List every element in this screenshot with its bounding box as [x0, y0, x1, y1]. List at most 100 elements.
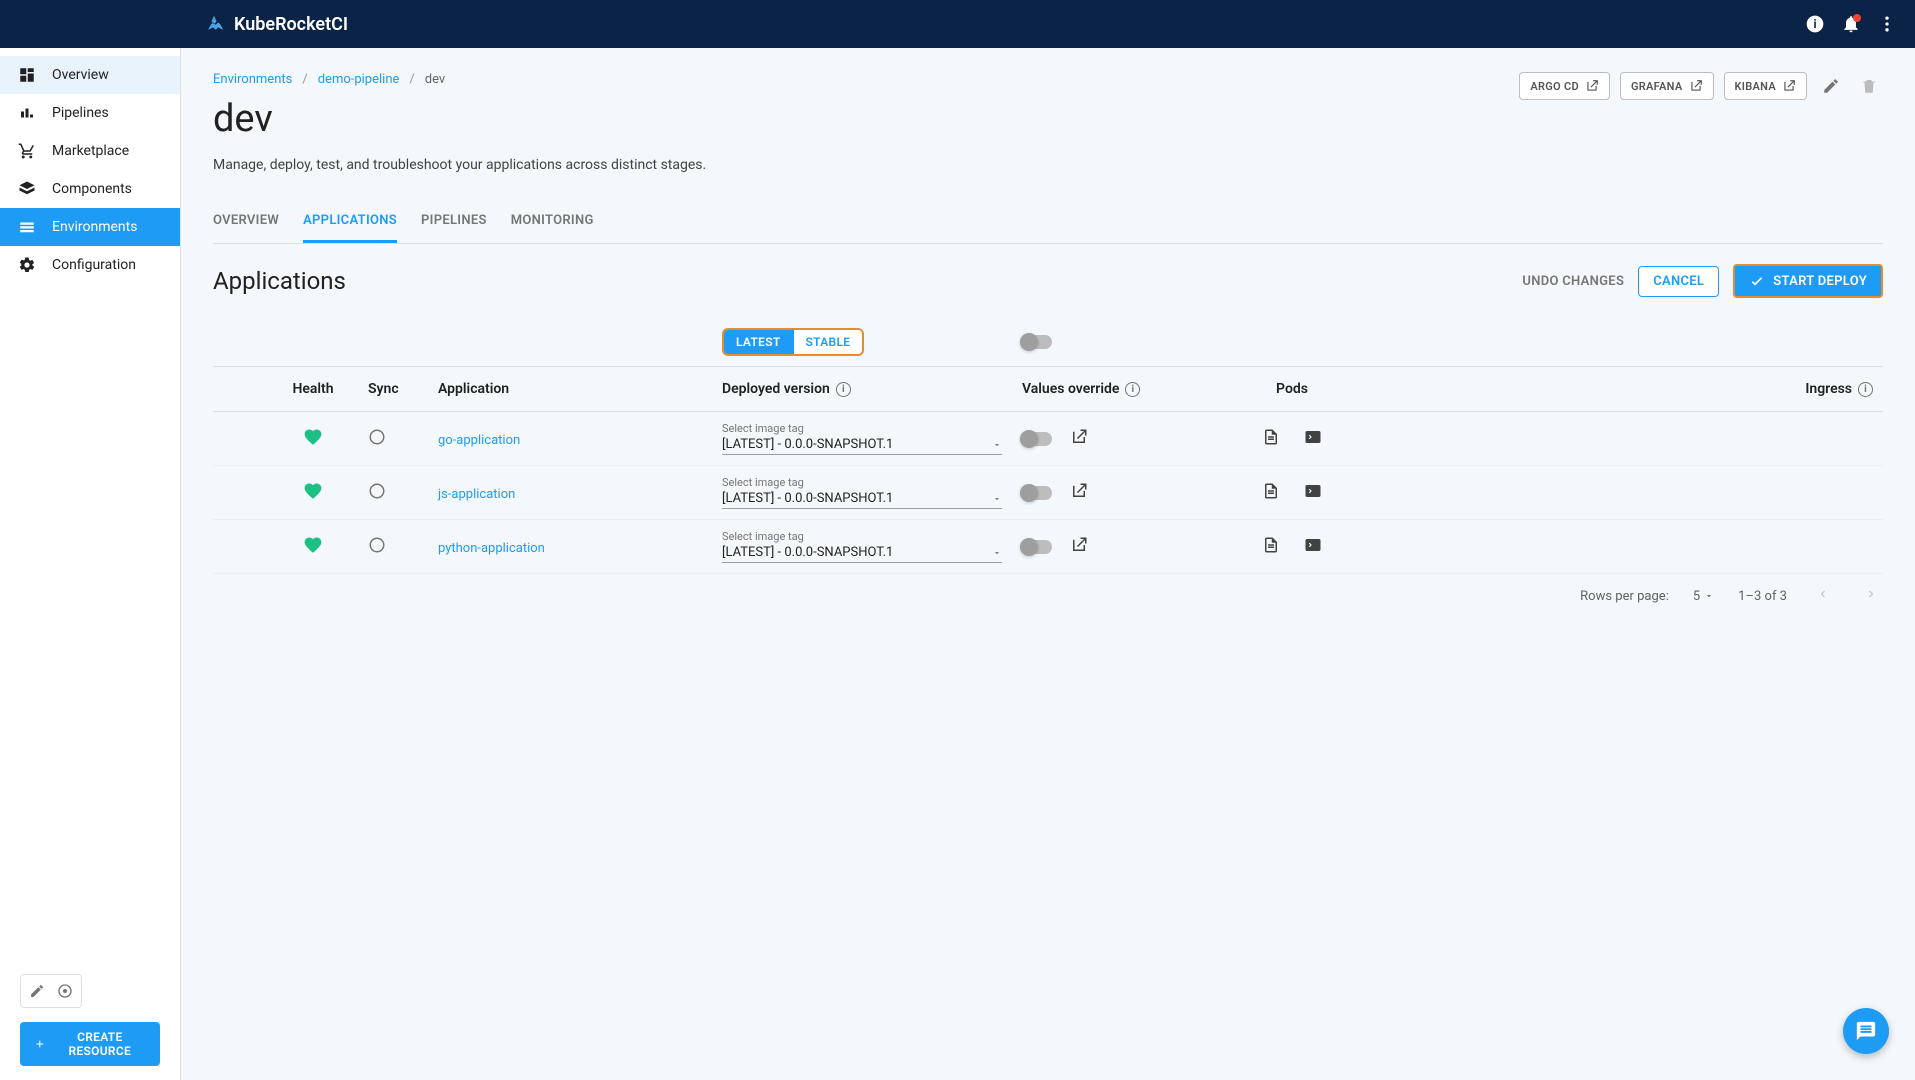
edit-button[interactable]	[1817, 72, 1845, 100]
layers-icon	[18, 180, 36, 198]
open-external-icon[interactable]	[1070, 536, 1088, 558]
heart-icon	[303, 535, 323, 559]
application-link[interactable]: js-application	[438, 487, 515, 502]
grafana-link[interactable]: GRAFANA	[1620, 72, 1714, 100]
trash-icon	[1860, 77, 1878, 95]
chip-stable[interactable]: STABLE	[793, 330, 863, 354]
settings-icon[interactable]	[53, 979, 77, 1003]
sidebar: Overview Pipelines Marketplace Component…	[0, 48, 181, 1080]
pen-icon[interactable]	[25, 979, 49, 1003]
info-icon[interactable]: i	[1125, 382, 1140, 397]
tab-overview[interactable]: OVERVIEW	[213, 201, 279, 243]
application-link[interactable]: go-application	[438, 433, 520, 448]
rows-per-page-value[interactable]: 5	[1693, 589, 1700, 604]
image-tag-label: Select image tag	[722, 476, 1002, 489]
sidebar-item-label: Marketplace	[52, 143, 129, 159]
sync-icon	[368, 428, 386, 450]
prev-page[interactable]	[1811, 588, 1835, 604]
table-head: Health Sync Application Deployed version…	[213, 367, 1883, 412]
cancel-button[interactable]: CANCEL	[1638, 266, 1719, 297]
pod-log-icon[interactable]	[1262, 482, 1280, 504]
page-description: Manage, deploy, test, and troubleshoot y…	[213, 157, 1883, 173]
topbar: KubeRocketCI i	[0, 0, 1915, 48]
col-dep: Deployed version i	[722, 381, 1022, 397]
rocket-icon	[204, 14, 224, 34]
sidebar-item-environments[interactable]: Environments	[0, 208, 180, 246]
plus-icon	[34, 1037, 46, 1051]
create-resource-label: CREATE RESOURCE	[54, 1030, 146, 1058]
pod-terminal-icon[interactable]	[1304, 536, 1322, 558]
chat-fab[interactable]	[1843, 1008, 1889, 1054]
pipeline-icon	[18, 104, 36, 122]
image-tag-value: [LATEST] - 0.0.0-SNAPSHOT.1	[722, 491, 893, 506]
chip-latest[interactable]: LATEST	[724, 330, 793, 354]
image-tag-value: [LATEST] - 0.0.0-SNAPSHOT.1	[722, 545, 893, 560]
sidebar-item-label: Pipelines	[52, 105, 109, 121]
cart-icon	[18, 142, 36, 160]
tab-pipelines[interactable]: PIPELINES	[421, 201, 487, 243]
col-app: Application	[438, 381, 722, 397]
pod-terminal-icon[interactable]	[1304, 482, 1322, 504]
kibana-link[interactable]: KIBANA	[1724, 72, 1807, 100]
svg-text:i: i	[1813, 17, 1816, 31]
main-content: Environments / demo-pipeline / dev dev A…	[181, 48, 1915, 1080]
more-icon[interactable]	[1875, 12, 1899, 36]
values-override-toggle[interactable]	[1022, 486, 1052, 500]
check-icon	[1749, 273, 1765, 289]
image-tag-value: [LATEST] - 0.0.0-SNAPSHOT.1	[722, 437, 893, 452]
argocd-link[interactable]: ARGO CD	[1519, 72, 1610, 100]
heart-icon	[303, 481, 323, 505]
chevron-down-icon	[1704, 591, 1714, 601]
info-icon[interactable]: i	[836, 382, 851, 397]
open-external-icon[interactable]	[1070, 428, 1088, 450]
info-icon[interactable]: i	[1803, 12, 1827, 36]
values-override-toggle-all[interactable]	[1022, 335, 1052, 349]
delete-button[interactable]	[1855, 72, 1883, 100]
dashboard-icon	[18, 66, 36, 84]
tab-applications[interactable]: APPLICATIONS	[303, 201, 397, 243]
external-link-icon	[1585, 79, 1599, 93]
values-override-toggle[interactable]	[1022, 540, 1052, 554]
application-link[interactable]: python-application	[438, 541, 545, 556]
image-tag-select[interactable]: [LATEST] - 0.0.0-SNAPSHOT.1	[722, 543, 1002, 563]
sidebar-item-marketplace[interactable]: Marketplace	[0, 132, 180, 170]
sidebar-item-overview[interactable]: Overview	[0, 56, 180, 94]
image-tag-select[interactable]: [LATEST] - 0.0.0-SNAPSHOT.1	[722, 489, 1002, 509]
external-link-icon	[1689, 79, 1703, 93]
applications-table: LATEST STABLE Health Sync Application De…	[213, 318, 1883, 618]
sidebar-item-configuration[interactable]: Configuration	[0, 246, 180, 284]
bell-icon[interactable]	[1839, 12, 1863, 36]
start-deploy-button[interactable]: START DEPLOY	[1733, 264, 1883, 298]
heart-icon	[303, 427, 323, 451]
sidebar-item-label: Configuration	[52, 257, 136, 273]
page-range: 1–3 of 3	[1738, 589, 1787, 604]
sidebar-item-label: Environments	[52, 219, 137, 235]
pod-log-icon[interactable]	[1262, 428, 1280, 450]
create-resource-button[interactable]: CREATE RESOURCE	[20, 1022, 160, 1066]
values-override-toggle[interactable]	[1022, 432, 1052, 446]
col-sync: Sync	[368, 381, 438, 397]
image-tag-select[interactable]: [LATEST] - 0.0.0-SNAPSHOT.1	[722, 435, 1002, 455]
chevron-down-icon	[992, 440, 1002, 450]
undo-changes-button[interactable]: UNDO CHANGES	[1522, 274, 1624, 289]
info-icon[interactable]: i	[1858, 382, 1873, 397]
pod-log-icon[interactable]	[1262, 536, 1280, 558]
sidebar-item-label: Components	[52, 181, 132, 197]
chevron-down-icon	[992, 494, 1002, 504]
version-chip-group: LATEST STABLE	[722, 328, 864, 356]
tabs: OVERVIEW APPLICATIONS PIPELINES MONITORI…	[213, 201, 1883, 244]
breadcrumb-pipeline[interactable]: demo-pipeline	[318, 72, 400, 87]
open-external-icon[interactable]	[1070, 482, 1088, 504]
sidebar-item-components[interactable]: Components	[0, 170, 180, 208]
col-vo: Values override i	[1022, 381, 1202, 397]
col-health: Health	[258, 381, 368, 397]
pencil-icon	[1822, 77, 1840, 95]
external-link-icon	[1782, 79, 1796, 93]
breadcrumb-environments[interactable]: Environments	[213, 72, 292, 87]
section-title: Applications	[213, 267, 346, 295]
sidebar-item-pipelines[interactable]: Pipelines	[0, 94, 180, 132]
next-page[interactable]	[1859, 588, 1883, 604]
tab-monitoring[interactable]: MONITORING	[511, 201, 594, 243]
image-tag-label: Select image tag	[722, 422, 1002, 435]
pod-terminal-icon[interactable]	[1304, 428, 1322, 450]
